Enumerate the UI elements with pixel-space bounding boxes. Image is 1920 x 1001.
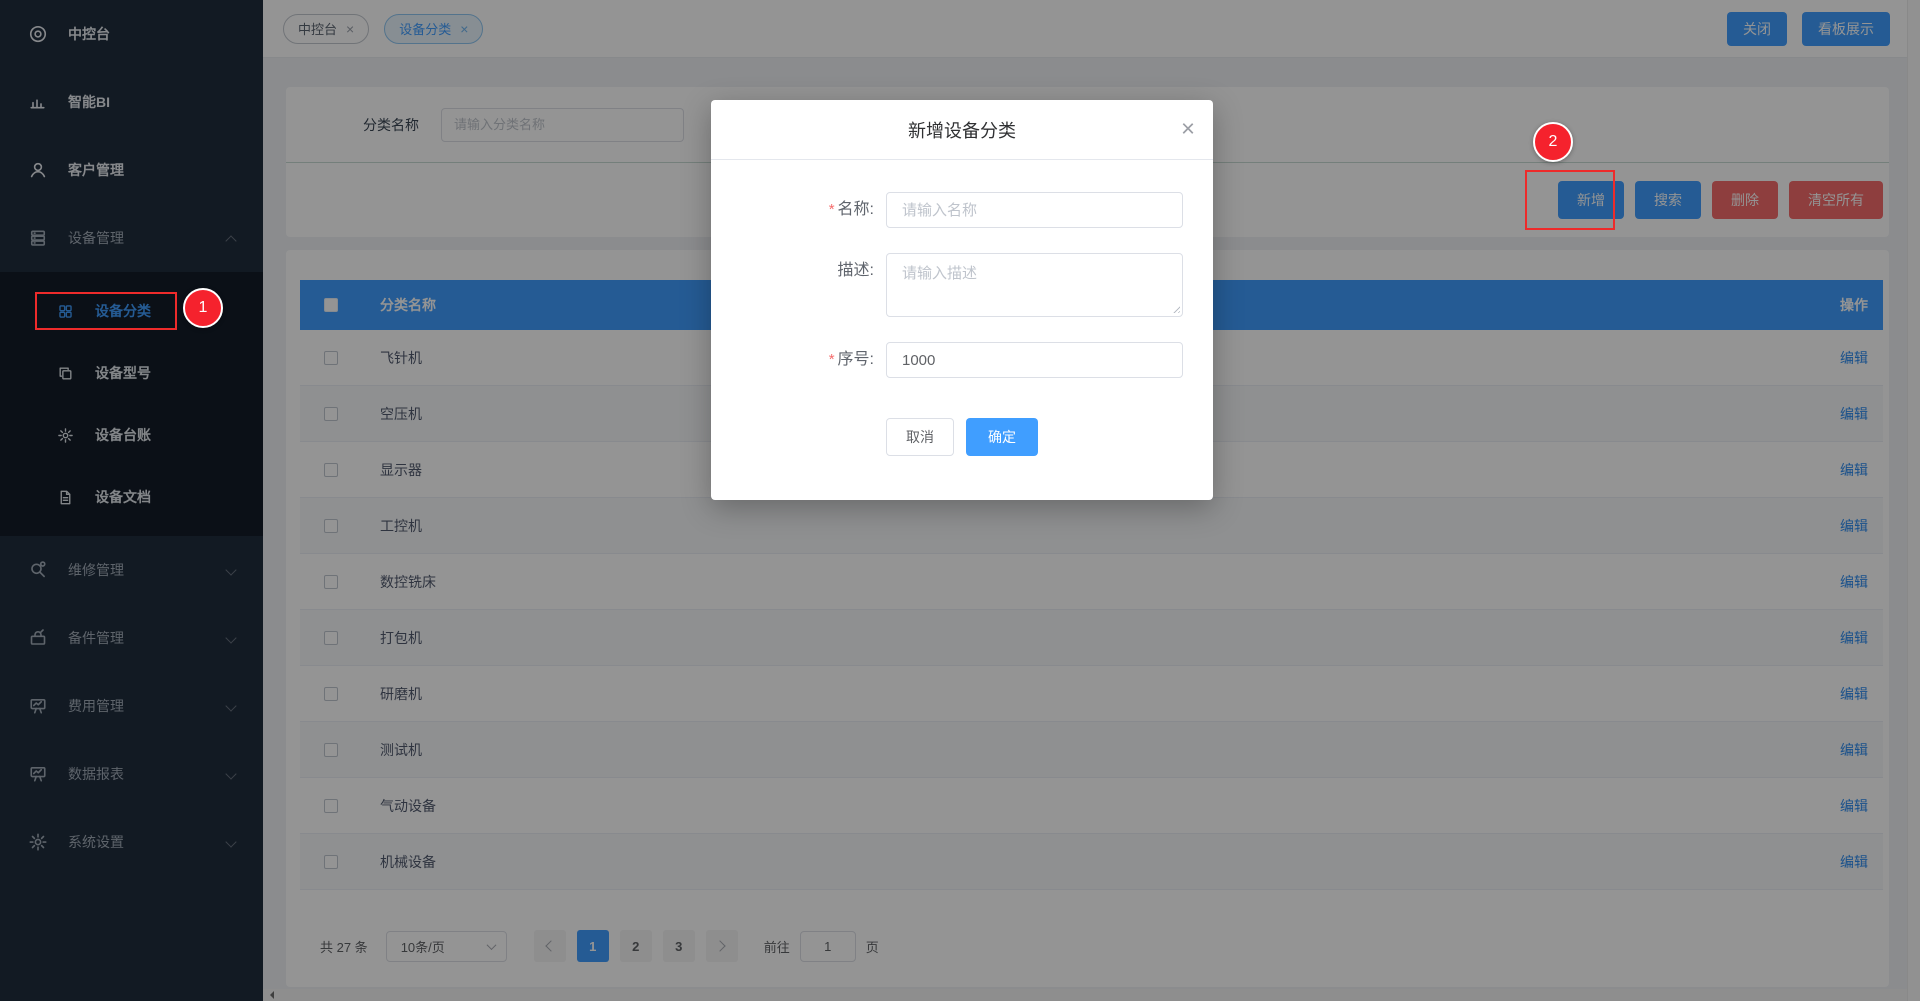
name-field-row: *名称:: [711, 192, 1213, 228]
dialog-title: 新增设备分类: [908, 117, 1016, 143]
dialog-header: 新增设备分类 ×: [711, 100, 1213, 160]
annotation-box-step1: [35, 292, 177, 330]
sequence-field-label: 序号:: [838, 351, 874, 368]
description-field-row: 描述:: [711, 253, 1213, 317]
annotation-badge-step1: 1: [183, 288, 223, 328]
confirm-button[interactable]: 确定: [966, 418, 1038, 456]
sequence-field-row: *序号:: [711, 342, 1213, 378]
annotation-box-step2: [1525, 170, 1615, 230]
description-field-label: 描述:: [838, 262, 874, 279]
dialog-body: *名称: 描述: *序号: 取消 确定: [711, 160, 1213, 456]
annotation-badge-step2: 2: [1533, 122, 1573, 162]
required-asterisk: *: [829, 351, 835, 368]
description-textarea-wrap: [886, 253, 1183, 317]
cancel-button[interactable]: 取消: [886, 418, 954, 456]
name-input[interactable]: [886, 192, 1183, 228]
name-field-label: 名称:: [838, 201, 874, 218]
description-textarea[interactable]: [886, 253, 1183, 317]
sequence-input[interactable]: [886, 342, 1183, 378]
required-asterisk: *: [829, 201, 835, 218]
add-category-dialog: 新增设备分类 × *名称: 描述: *序号: 取消 确定: [711, 100, 1213, 500]
dialog-footer: 取消 确定: [711, 418, 1213, 456]
dialog-close-icon[interactable]: ×: [1181, 117, 1195, 141]
